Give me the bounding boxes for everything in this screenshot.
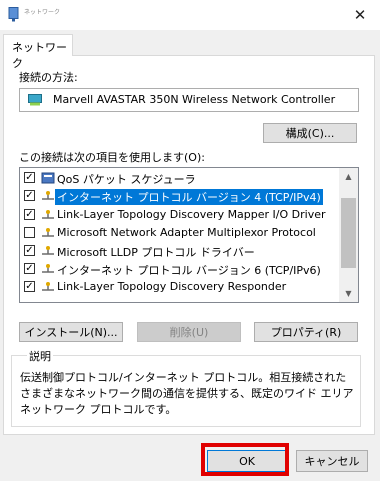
list-item[interactable]: ✓ Microsoft LLDP プロトコル ドライバー xyxy=(20,242,338,260)
network-card-icon xyxy=(28,94,42,106)
scroll-up-icon[interactable]: ▲ xyxy=(339,168,358,185)
items-label: この接続は次の項目を使用します(O): xyxy=(19,151,205,164)
title-bar: ネットワーク ✕ xyxy=(0,0,380,30)
item-checkbox[interactable]: ✓ xyxy=(24,172,35,183)
uninstall-button[interactable]: 削除(U) xyxy=(137,322,241,342)
description-text: 伝送制御プロトコル/インターネット プロトコル。相互接続されたさまざまなネットワ… xyxy=(20,371,354,416)
list-item[interactable]: ✓ インターネット プロトコル バージョン 6 (TCP/IPv6) xyxy=(20,260,338,278)
item-label: インターネット プロトコル バージョン 4 (TCP/IPv4) xyxy=(55,189,323,205)
list-item[interactable]: Microsoft Network Adapter Multiplexor Pr… xyxy=(20,224,338,242)
protocol-icon xyxy=(42,210,54,219)
tab-network[interactable]: ネットワーク xyxy=(3,34,73,70)
install-button[interactable]: インストール(N)... xyxy=(19,322,123,342)
cancel-button[interactable]: キャンセル xyxy=(296,450,368,472)
item-label: Link-Layer Topology Discovery Mapper I/O… xyxy=(57,208,326,221)
item-label: QoS パケット スケジューラ xyxy=(57,173,196,186)
item-checkbox[interactable]: ✓ xyxy=(24,263,35,274)
item-label: Microsoft LLDP プロトコル ドライバー xyxy=(57,246,255,259)
list-item[interactable]: ✓ Link-Layer Topology Discovery Mapper I… xyxy=(20,206,338,224)
item-checkbox[interactable] xyxy=(24,227,35,238)
item-label: Link-Layer Topology Discovery Responder xyxy=(57,280,287,293)
qos-scheduler-icon xyxy=(41,172,55,184)
protocol-icon xyxy=(42,191,54,200)
connect-using-label: 接続の方法: xyxy=(19,71,78,84)
list-item[interactable]: ✓ Link-Layer Topology Discovery Responde… xyxy=(20,278,338,296)
item-checkbox[interactable]: ✓ xyxy=(24,281,35,292)
close-button[interactable]: ✕ xyxy=(348,4,372,26)
scroll-thumb[interactable] xyxy=(341,198,356,268)
protocol-icon xyxy=(42,228,54,237)
network-adapter-icon xyxy=(8,7,19,22)
item-checkbox[interactable]: ✓ xyxy=(24,209,35,220)
list-item[interactable]: ✓ QoS パケット スケジューラ xyxy=(20,169,338,187)
tab-label: ネットワーク xyxy=(12,41,67,70)
protocol-icon xyxy=(42,246,54,255)
window-title: ネットワーク xyxy=(24,9,61,16)
list-scrollbar[interactable]: ▲ ▼ xyxy=(339,168,358,302)
description-title: 説明 xyxy=(27,348,53,364)
protocol-icon xyxy=(42,264,54,273)
scroll-down-icon[interactable]: ▼ xyxy=(339,285,358,302)
adapter-name: Marvell AVASTAR 350N Wireless Network Co… xyxy=(53,93,336,106)
item-label: Microsoft Network Adapter Multiplexor Pr… xyxy=(57,226,316,239)
item-checkbox[interactable]: ✓ xyxy=(24,245,35,256)
list-item[interactable]: ✓ インターネット プロトコル バージョン 4 (TCP/IPv4) xyxy=(20,187,338,205)
configure-button[interactable]: 構成(C)... xyxy=(263,123,357,143)
item-label: インターネット プロトコル バージョン 6 (TCP/IPv6) xyxy=(57,264,321,277)
items-list[interactable]: ✓ QoS パケット スケジューラ ✓ インターネット プロトコル バージョン … xyxy=(19,167,359,303)
close-icon: ✕ xyxy=(353,6,367,24)
item-checkbox[interactable]: ✓ xyxy=(24,190,35,201)
properties-button[interactable]: プロパティ(R) xyxy=(254,322,358,342)
adapter-display: Marvell AVASTAR 350N Wireless Network Co… xyxy=(19,88,359,112)
ok-highlight-box xyxy=(201,443,289,476)
protocol-icon xyxy=(42,282,54,291)
